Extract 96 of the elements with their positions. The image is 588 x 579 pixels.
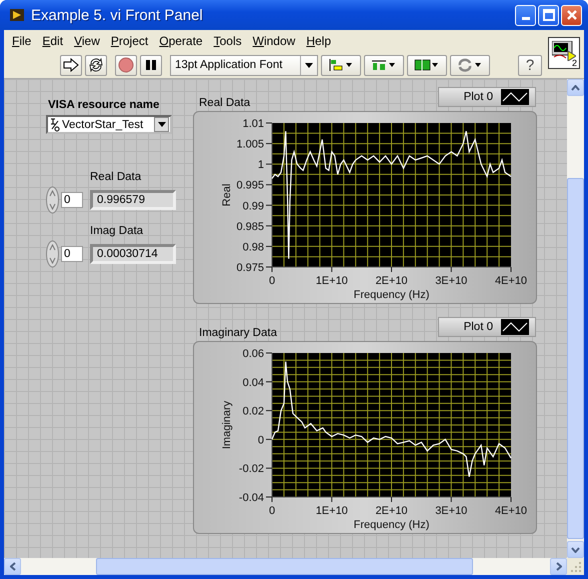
dropdown-arrow-icon	[305, 62, 313, 68]
io-icon	[50, 118, 60, 132]
y-axis-label: Imaginary	[221, 400, 233, 450]
minimize-icon	[522, 17, 530, 20]
menu-item[interactable]: Edit	[42, 34, 64, 48]
abort-button[interactable]	[115, 54, 137, 76]
close-icon	[566, 9, 578, 21]
tick-label: 0.995	[236, 180, 264, 192]
tick-label: 0.985	[236, 220, 264, 233]
increment-decrement-control[interactable]	[46, 240, 59, 268]
chevron-right-icon	[556, 562, 562, 571]
tick-label: 2E+10	[375, 275, 408, 287]
maximize-icon	[542, 9, 554, 21]
tick-label: 1E+10	[316, 275, 348, 287]
align-icon	[328, 58, 354, 72]
plot-style-swatch	[501, 319, 529, 335]
oscilloscope-icon	[552, 41, 576, 61]
numeric-indicator: 0.996579	[90, 190, 176, 210]
tick-label: 2E+10	[375, 505, 408, 517]
graph-title: Imaginary Data	[199, 327, 277, 339]
tick-label: -0.02	[238, 463, 264, 476]
tick-label: 0	[268, 275, 276, 287]
reorder-arrows-icon	[457, 58, 483, 72]
menu-item[interactable]: Tools	[214, 34, 242, 48]
numeric-indicator: 0.00030714	[90, 244, 176, 264]
vertical-scrollbar[interactable]	[567, 79, 584, 558]
array-index-field[interactable]: 0	[61, 192, 83, 208]
distribute-icon	[371, 58, 397, 72]
dropdown-arrow-icon	[158, 122, 166, 127]
y-axis-label: Real	[221, 184, 233, 206]
tick-label: 3E+10	[435, 275, 468, 287]
resize-grip-icon[interactable]	[571, 562, 582, 573]
scroll-thumb[interactable]	[567, 178, 584, 539]
tick-label: 0.98	[242, 241, 264, 254]
scroll-right-button[interactable]	[550, 558, 567, 575]
tick-label: 4E+10	[494, 275, 528, 287]
tick-label: 0.975	[236, 262, 264, 274]
chevron-left-icon	[10, 562, 16, 571]
plot-style-swatch	[501, 89, 529, 105]
help-button[interactable]: ?	[518, 54, 542, 76]
tick-label: 1.01	[242, 118, 264, 130]
tick-label: 1E+10	[316, 505, 348, 517]
distribute-button[interactable]	[364, 54, 404, 76]
plot-legend[interactable]: Plot 0	[438, 317, 536, 337]
array-index-field[interactable]: 0	[61, 246, 83, 262]
menu-item[interactable]: View	[74, 34, 100, 48]
scroll-left-button[interactable]	[4, 558, 21, 575]
chevron-down-icon	[571, 546, 580, 552]
resize-button[interactable]	[407, 54, 447, 76]
run-button[interactable]	[60, 54, 82, 76]
visa-resource-dropdown[interactable]: VectorStar_Test	[46, 115, 172, 134]
scroll-thumb[interactable]	[96, 558, 473, 575]
font-dropdown[interactable]: 13pt Application Font	[170, 54, 318, 76]
graph-title: Real Data	[199, 97, 250, 109]
tick-label: 0	[268, 505, 276, 517]
connector-number: 2	[572, 58, 577, 68]
increment-decrement-control[interactable]	[46, 186, 59, 214]
menu-item[interactable]: File	[12, 34, 32, 48]
scroll-up-button[interactable]	[567, 79, 584, 96]
pause-icon	[145, 59, 157, 71]
horizontal-scrollbar[interactable]	[4, 558, 567, 575]
align-button[interactable]	[321, 54, 361, 76]
pause-button[interactable]	[140, 54, 162, 76]
cycle-arrows-icon	[88, 57, 104, 73]
tick-label: 0.99	[242, 200, 264, 212]
window-title: Example 5. vi Front Panel	[31, 6, 204, 24]
minimize-button[interactable]	[515, 4, 536, 26]
maximize-button[interactable]	[538, 4, 559, 26]
tick-label: 0.02	[242, 406, 264, 418]
tick-label: 0	[258, 434, 264, 446]
tick-label: 3E+10	[435, 505, 468, 517]
plot-legend[interactable]: Plot 0	[438, 87, 536, 107]
control-label: VISA resource name	[48, 99, 160, 111]
stop-icon	[118, 57, 134, 73]
tick-label: -0.04	[238, 492, 264, 504]
menu-item[interactable]: Window	[252, 34, 296, 48]
tick-label: 1	[258, 159, 264, 172]
indicator-label: Imag Data	[90, 225, 144, 239]
tick-label: 4E+10	[494, 505, 528, 517]
tick-label: 1.005	[236, 138, 264, 151]
app-icon	[9, 7, 25, 23]
x-axis-label: Frequency (Hz)	[354, 289, 430, 301]
scroll-down-button[interactable]	[567, 541, 584, 558]
chevron-up-icon	[571, 84, 580, 90]
run-continuously-button[interactable]	[85, 54, 107, 76]
x-axis-label: Frequency (Hz)	[354, 519, 430, 531]
menu-item[interactable]: Project	[110, 34, 148, 48]
menu-item[interactable]: Operate	[159, 34, 203, 48]
arrow-icon	[63, 58, 79, 72]
close-button[interactable]	[561, 4, 582, 26]
menu-item[interactable]: Help	[306, 34, 331, 48]
vi-icon[interactable]: 2	[548, 37, 580, 69]
tick-label: 0.06	[242, 348, 264, 360]
resize-icon	[414, 58, 440, 72]
indicator-label: Real Data	[90, 171, 142, 185]
tick-label: 0.04	[242, 376, 264, 389]
